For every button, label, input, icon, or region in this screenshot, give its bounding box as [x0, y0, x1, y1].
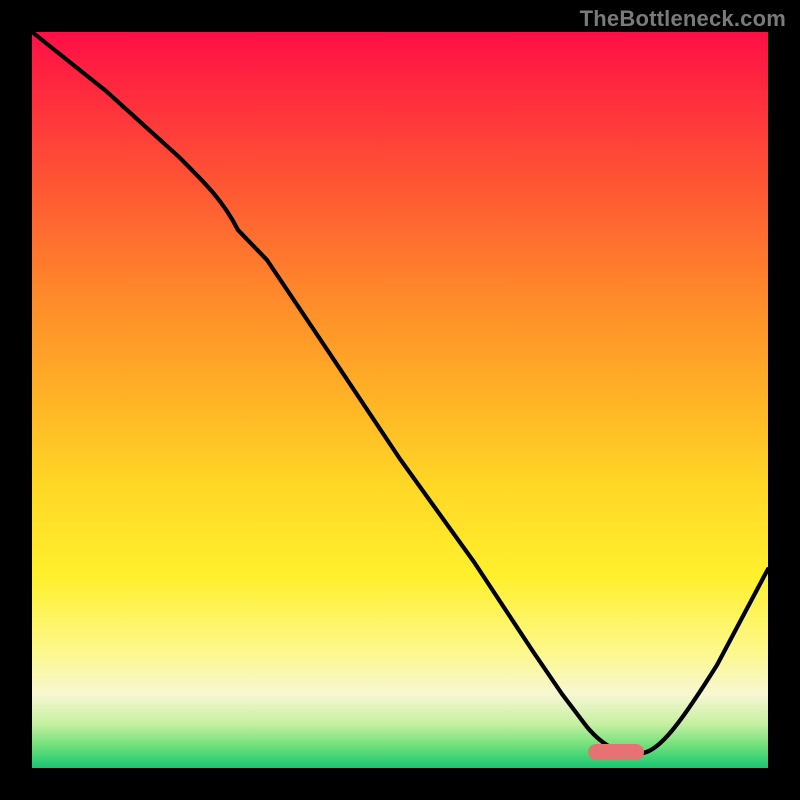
curve-path	[32, 32, 768, 753]
watermark-text: TheBottleneck.com	[580, 6, 786, 32]
bottleneck-curve	[32, 32, 768, 768]
plot-area	[32, 32, 768, 768]
chart-frame: TheBottleneck.com	[0, 0, 800, 800]
optimum-marker	[588, 744, 644, 760]
